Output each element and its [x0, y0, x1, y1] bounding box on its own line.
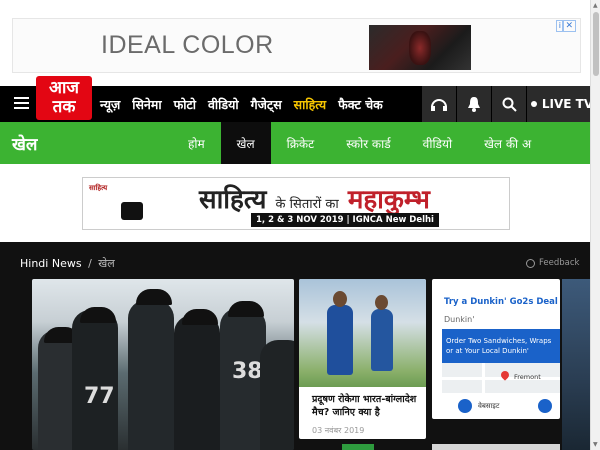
jersey-number: 77 — [84, 384, 115, 409]
player-figure — [72, 310, 118, 450]
nav-links: न्यूज़ सिनेमा फोटो वीडियो गैजेट्स साहित्… — [100, 86, 395, 122]
menu-icon[interactable] — [14, 97, 29, 110]
player-head — [375, 295, 388, 310]
player-figure — [371, 309, 393, 371]
tab-home[interactable]: होम — [172, 122, 221, 164]
player-figure — [174, 315, 220, 450]
ad-directions-button[interactable] — [538, 393, 558, 419]
nav-link-video[interactable]: वीडियो — [208, 96, 239, 113]
section-tabs: होम खेल क्रिकेट स्कोर कार्ड वीडियो खेल क… — [172, 122, 547, 164]
globe-icon — [458, 399, 472, 413]
nav-link-cinema[interactable]: सिनेमा — [132, 96, 161, 113]
search-icon[interactable] — [492, 86, 526, 122]
player-cap — [182, 309, 218, 325]
player-cap — [228, 301, 264, 317]
breadcrumb: Hindi News / खेल — [20, 256, 115, 271]
bell-icon[interactable] — [457, 86, 491, 122]
content-area: Hindi News / खेल Feedback 77 38 प्रदूषण … — [0, 242, 590, 450]
nav-link-gadgets[interactable]: गैजेट्स — [251, 96, 282, 113]
carousel-next-icon[interactable]: › — [566, 188, 584, 213]
scroll-up-icon[interactable]: ▲ — [593, 2, 598, 9]
jersey-number: 38 — [232, 359, 263, 384]
main-story-card[interactable]: 77 38 — [32, 279, 294, 450]
live-dot-icon — [530, 101, 537, 107]
nav-link-news[interactable]: न्यूज़ — [100, 96, 120, 113]
carousel-prev-icon[interactable]: ‹ — [6, 190, 22, 214]
directions-icon — [538, 399, 552, 413]
ad-close-icon[interactable]: ✕ — [562, 20, 576, 32]
ad-website-label: वेबसाइट — [478, 401, 500, 410]
sahitya-logo-text: साहित्य — [89, 184, 108, 192]
section-title: खेल — [12, 135, 38, 155]
feedback-label: Feedback — [539, 258, 580, 268]
ad-image — [369, 25, 471, 70]
sahitya-title-a: साहित्य — [199, 185, 267, 215]
top-ad-banner[interactable]: IDEAL COLOR i ✕ — [12, 18, 581, 73]
breadcrumb-separator: / — [88, 257, 92, 270]
tab-more[interactable]: खेल की अ — [468, 122, 547, 164]
tab-sports[interactable]: खेल — [220, 122, 271, 164]
story-image — [299, 279, 426, 387]
live-tv-button[interactable]: LIVE TV — [527, 86, 597, 122]
nav-link-sahitya[interactable]: साहित्य — [294, 96, 326, 113]
map-label: Fremont — [514, 373, 541, 381]
logo-line-2: तक — [52, 97, 76, 117]
next-row-thumb[interactable] — [342, 444, 374, 450]
nav-link-fact-check[interactable]: फैक्ट चेक — [338, 96, 383, 113]
ad-card[interactable]: Try a Dunkin' Go2s Deal Today Dunkin' Or… — [432, 279, 560, 419]
player-figure — [327, 305, 353, 375]
sahitya-title: साहित्य के सितारों का महाकुम्भ — [199, 180, 430, 216]
feedback-button[interactable]: Feedback — [526, 258, 579, 268]
nav-link-photo[interactable]: फोटो — [174, 96, 196, 113]
breadcrumb-home[interactable]: Hindi News — [20, 257, 82, 270]
next-story-peek[interactable] — [562, 279, 590, 450]
scrollbar[interactable]: ▲ ▼ — [590, 0, 600, 450]
aajtak-logo[interactable]: आज तक — [36, 76, 92, 120]
scroll-down-icon[interactable]: ▼ — [593, 441, 598, 448]
player-cap — [80, 307, 116, 323]
scrollbar-thumb[interactable] — [593, 12, 599, 76]
player-figure — [260, 340, 294, 450]
player-head — [333, 291, 347, 307]
audio-icon[interactable] — [422, 86, 456, 122]
story-title: प्रदूषण रोकेगा भारत-बांग्लादेश मैच? जानि… — [312, 394, 417, 418]
player-figure — [128, 300, 174, 450]
nav-actions: LIVE TV — [422, 86, 597, 122]
sahitya-date: 1, 2 & 3 NOV 2019 | IGNCA New Delhi — [251, 213, 439, 227]
tab-cricket[interactable]: क्रिकेट — [271, 122, 331, 164]
tab-scorecard[interactable]: स्कोर कार्ड — [330, 122, 406, 164]
sahitya-title-c: महाकुम्भ — [347, 185, 430, 215]
sahitya-title-b: के सितारों का — [275, 197, 339, 212]
ad-map[interactable]: Fremont — [442, 363, 560, 393]
logo-line-1: आज — [49, 78, 79, 98]
next-row-thumb[interactable] — [432, 444, 560, 450]
section-bar: खेल होम खेल क्रिकेट स्कोर कार्ड वीडियो ख… — [0, 122, 590, 164]
ad-body: Order Two Sandwiches, Wraps or at Your L… — [442, 329, 560, 363]
breadcrumb-current: खेल — [98, 257, 115, 270]
inkpot-icon — [121, 202, 143, 220]
story-card[interactable]: प्रदूषण रोकेगा भारत-बांग्लादेश मैच? जानि… — [299, 279, 426, 439]
live-tv-label: LIVE TV — [541, 97, 594, 111]
feedback-icon — [526, 258, 535, 268]
ad-advertiser: Dunkin' — [444, 315, 475, 324]
ad-brand-text: IDEAL COLOR — [101, 31, 274, 59]
ad-website-button[interactable]: वेबसाइट — [458, 393, 499, 419]
player-cap — [136, 289, 172, 305]
map-road — [482, 363, 485, 393]
story-date: 03 नवंबर 2019 — [312, 426, 365, 435]
sahitya-banner[interactable]: साहित्य साहित्य के सितारों का महाकुम्भ 1… — [82, 177, 510, 230]
ad-headline[interactable]: Try a Dunkin' Go2s Deal Today — [444, 297, 560, 307]
tab-video[interactable]: वीडियो — [407, 122, 468, 164]
